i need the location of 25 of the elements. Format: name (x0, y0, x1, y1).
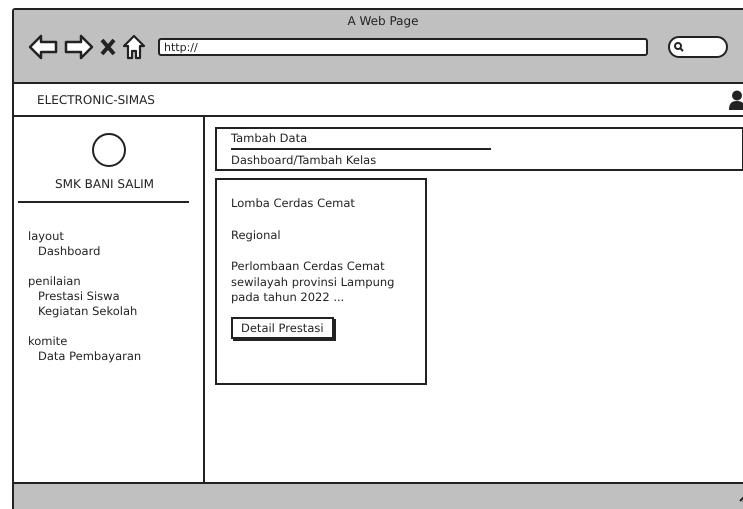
menu-item[interactable]: Prestasi Siswa (28, 289, 203, 303)
menu-item[interactable]: Dashboard (28, 244, 203, 258)
card-description: Perlombaan Cerdas Cemat sewilayah provinsi Lampung pada tahun 2022 ... (231, 259, 396, 306)
detail-button[interactable]: Detail Prestasi (231, 316, 334, 339)
page-title: Tambah Data (231, 131, 491, 150)
logo-circle (92, 133, 126, 167)
brand-name: ELECTRONIC-SIMAS (37, 92, 155, 106)
menu-group-label: penilaian (28, 274, 82, 288)
url-field[interactable]: http:// (158, 38, 648, 56)
back-icon[interactable] (28, 34, 58, 60)
breadcrumb: Dashboard/Tambah Kelas (231, 152, 378, 167)
close-icon[interactable] (100, 38, 116, 56)
menu-item[interactable]: Kegiatan Sekolah (28, 304, 203, 318)
school-name: SMK BANI SALIM (54, 177, 154, 191)
forward-icon[interactable] (64, 34, 94, 60)
home-icon[interactable] (122, 34, 146, 60)
search-field[interactable] (668, 36, 728, 58)
window-title: A Web Page (347, 14, 419, 28)
menu-group-label: komite (28, 334, 68, 348)
card-category: Regional (231, 228, 281, 242)
menu-item[interactable]: Data Pembayaran (28, 349, 203, 363)
menu-group-label: layout (28, 229, 65, 243)
search-icon (674, 42, 684, 52)
card-title: Lomba Cerdas Cemat (231, 196, 355, 210)
user-icon[interactable] (728, 90, 743, 110)
